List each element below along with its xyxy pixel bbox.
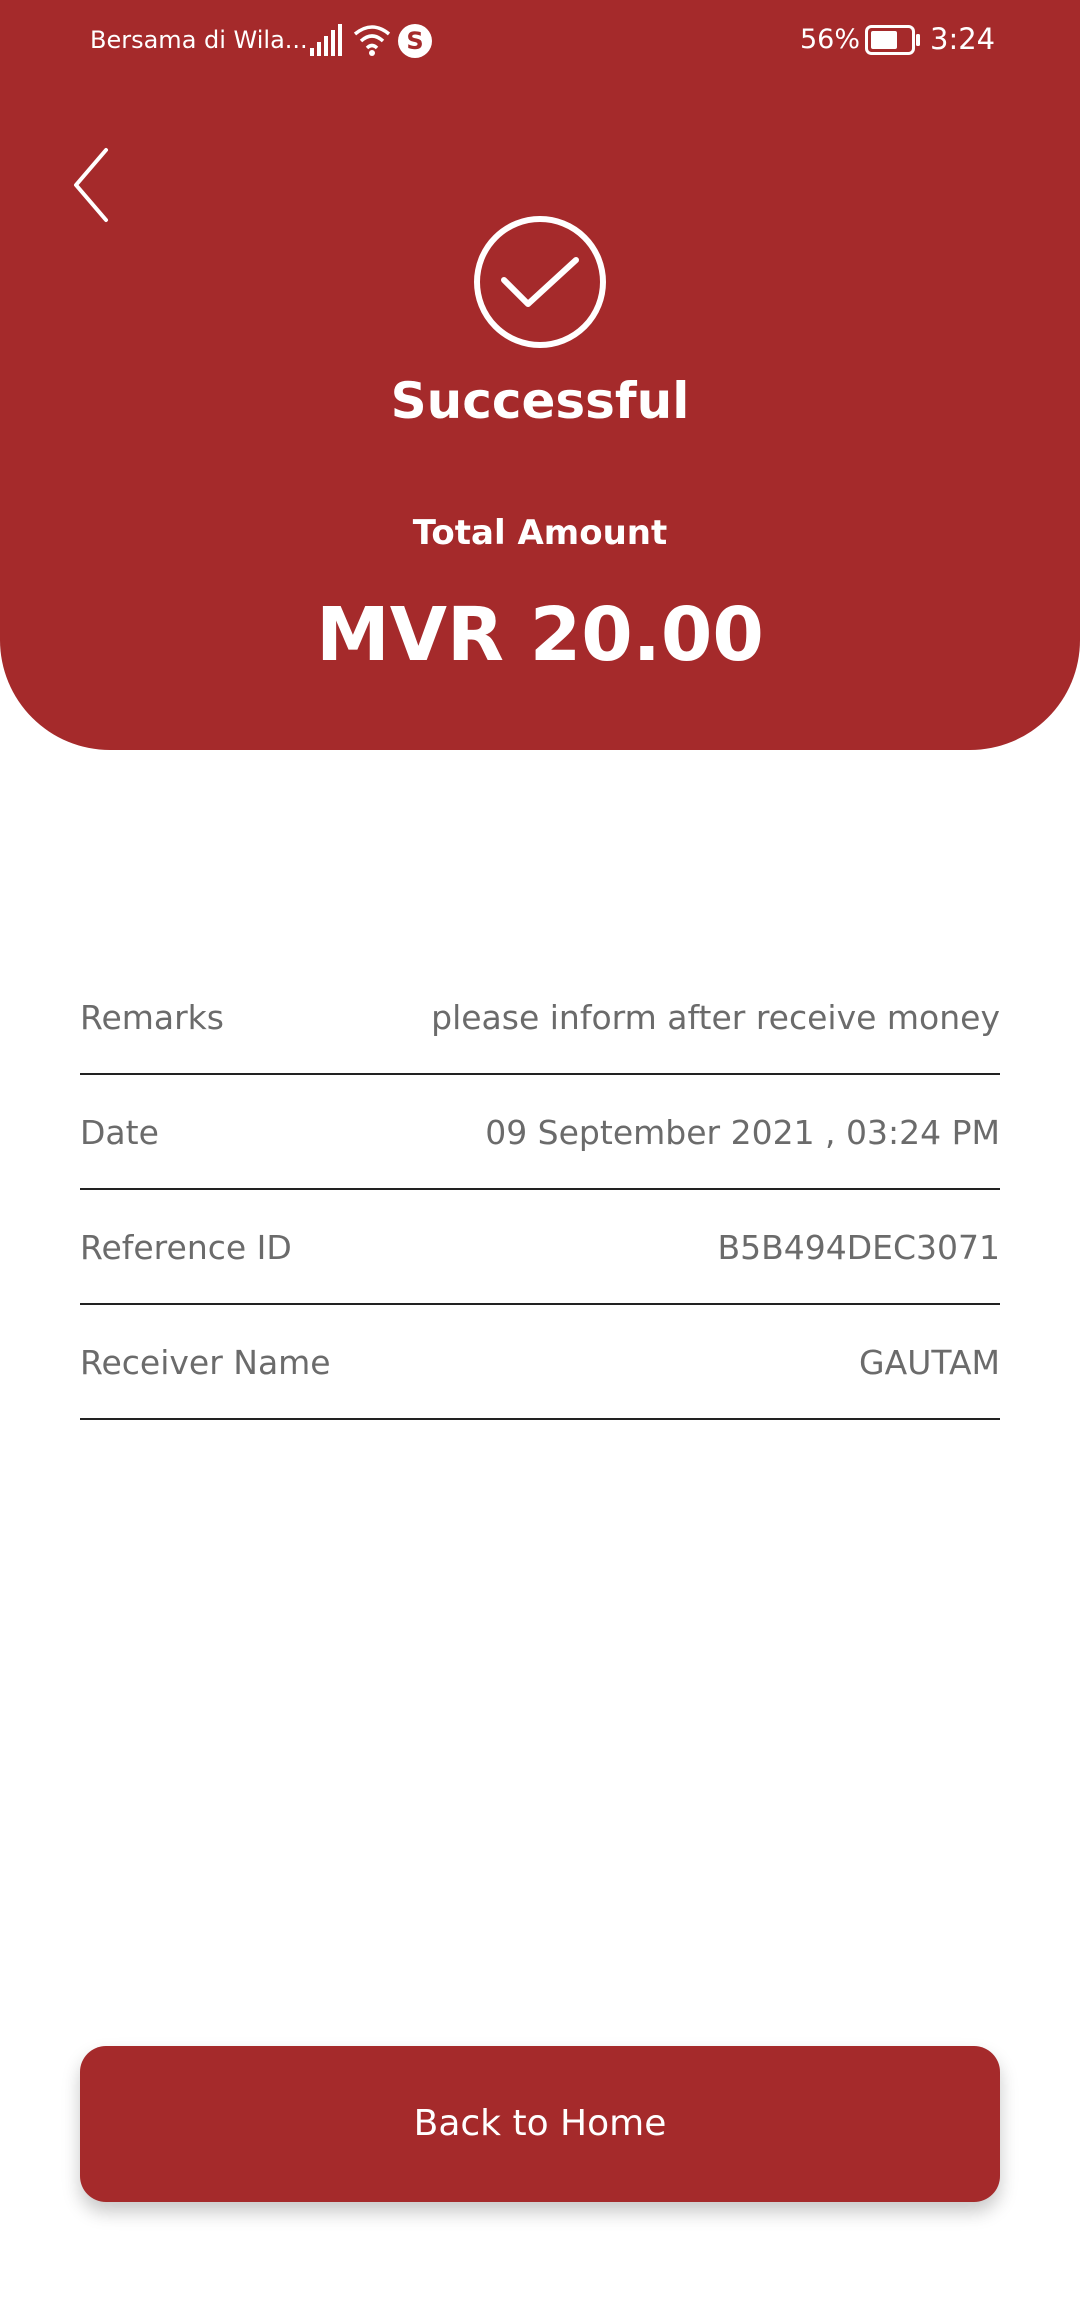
date-label: Date bbox=[80, 1113, 159, 1152]
success-title: Successful bbox=[390, 372, 690, 430]
back-button[interactable] bbox=[66, 140, 126, 230]
battery-percent: 56% bbox=[800, 24, 861, 55]
detail-row-remarks: Remarks please inform after receive mone… bbox=[80, 960, 1000, 1075]
status-bar: Bersama di Wila... S 56% 3:24 bbox=[0, 0, 1080, 80]
back-to-home-button[interactable]: Back to Home bbox=[80, 2046, 1000, 2202]
battery-icon bbox=[865, 25, 920, 55]
receiver-name-label: Receiver Name bbox=[80, 1343, 331, 1382]
transaction-details: Remarks please inform after receive mone… bbox=[80, 960, 1000, 1420]
check-circle-icon bbox=[474, 216, 606, 348]
signal-icon bbox=[310, 24, 342, 56]
detail-row-date: Date 09 September 2021 , 03:24 PM bbox=[80, 1075, 1000, 1190]
remarks-label: Remarks bbox=[80, 998, 224, 1037]
skype-icon: S bbox=[398, 24, 432, 58]
remarks-value: please inform after receive money bbox=[431, 998, 1000, 1037]
carrier-label: Bersama di Wila... bbox=[90, 26, 308, 54]
detail-row-reference-id: Reference ID B5B494DEC3071 bbox=[80, 1190, 1000, 1305]
receiver-name-value: GAUTAM bbox=[859, 1343, 1000, 1382]
total-amount-label: Total Amount bbox=[412, 513, 668, 553]
clock: 3:24 bbox=[930, 22, 996, 56]
reference-id-value: B5B494DEC3071 bbox=[717, 1228, 1000, 1267]
header-panel: Bersama di Wila... S 56% 3:24 Successful… bbox=[0, 0, 1080, 750]
wifi-icon bbox=[353, 25, 391, 56]
reference-id-label: Reference ID bbox=[80, 1228, 292, 1267]
total-amount-value: MVR 20.00 bbox=[316, 592, 764, 678]
detail-row-receiver-name: Receiver Name GAUTAM bbox=[80, 1305, 1000, 1420]
date-value: 09 September 2021 , 03:24 PM bbox=[485, 1113, 1000, 1152]
